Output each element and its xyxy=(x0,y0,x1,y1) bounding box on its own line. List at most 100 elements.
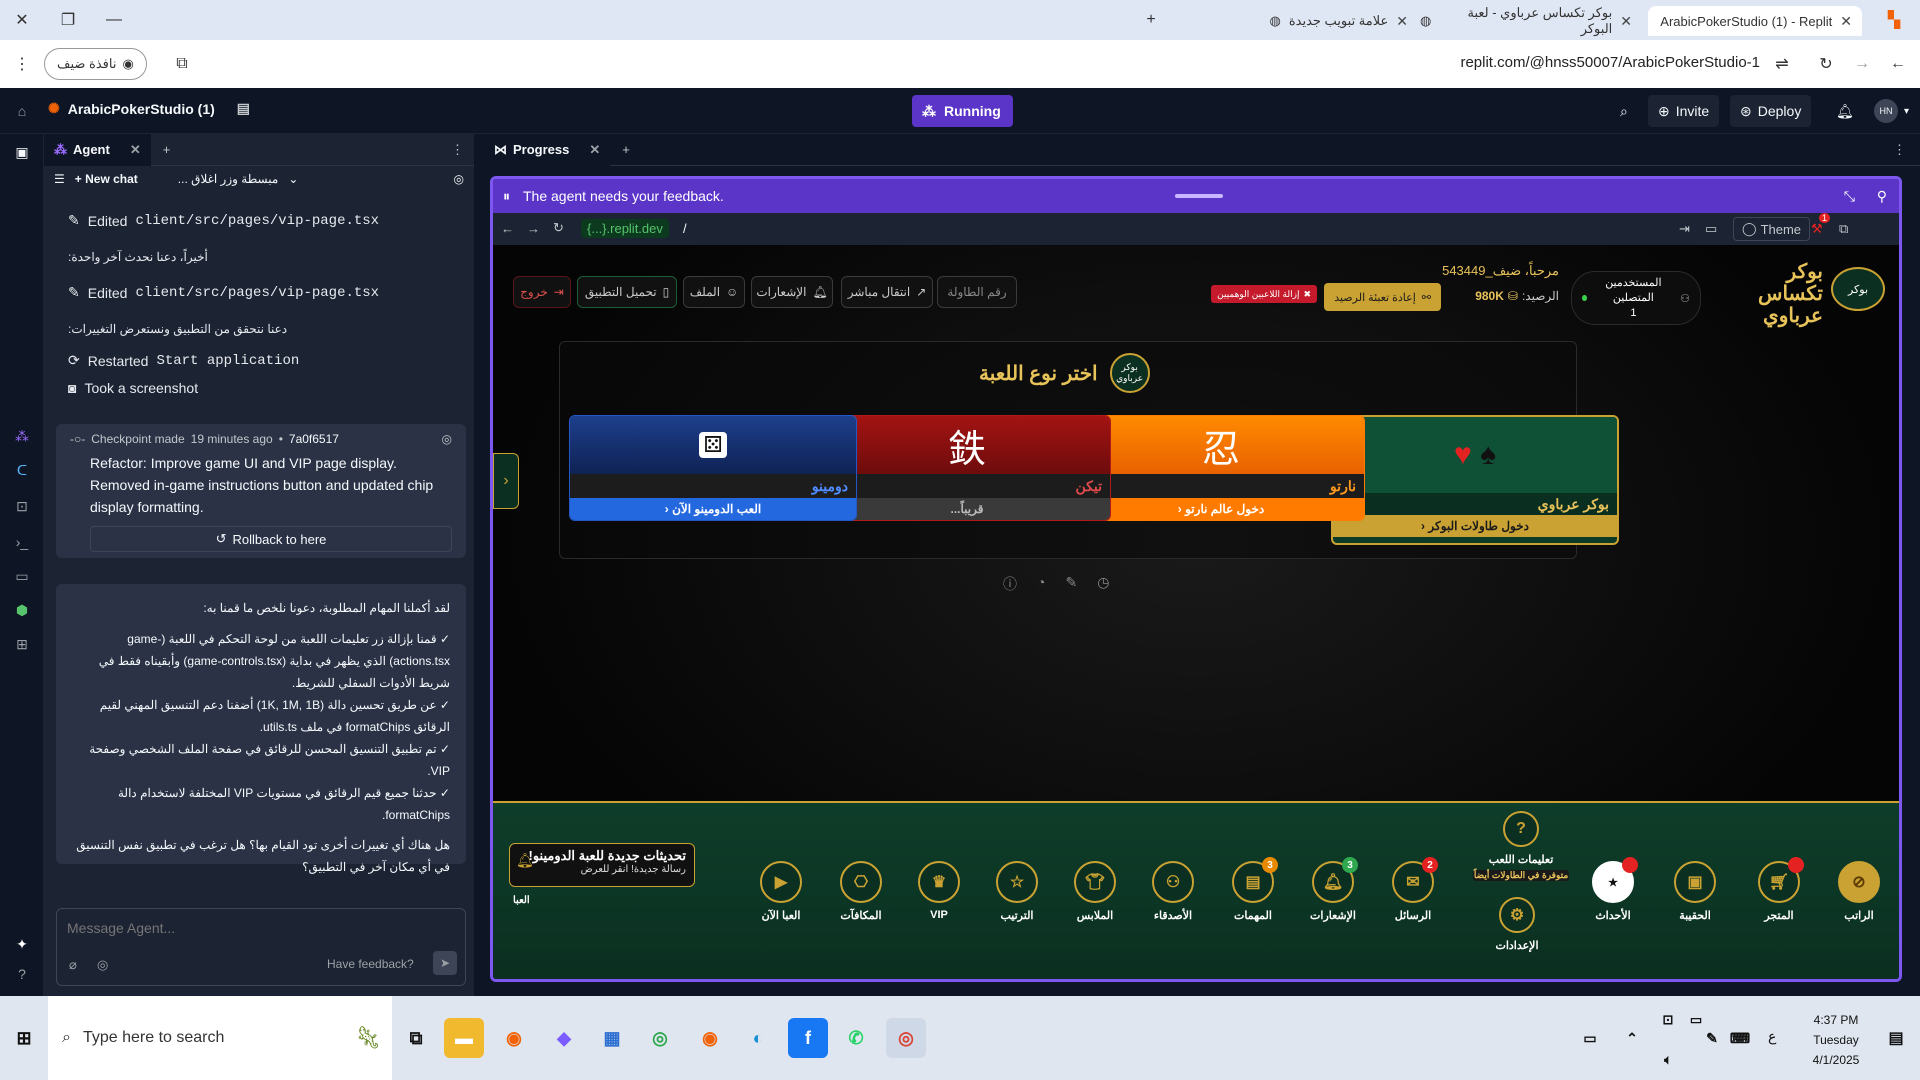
back-icon[interactable]: ← xyxy=(501,221,514,236)
brand-logo[interactable]: بوكر xyxy=(1831,267,1885,311)
dock-messages[interactable]: ✉ 2 الرسائل xyxy=(1373,857,1453,922)
dock-ranking[interactable]: ☆ الترتيب xyxy=(977,861,1057,922)
invite-button[interactable]: ⊕ Invite xyxy=(1648,95,1720,127)
language-indicator[interactable]: ع xyxy=(1768,1028,1776,1045)
run-status-button[interactable]: ⁂ Running xyxy=(912,95,1013,127)
url-prefix[interactable]: {...}.replit.dev xyxy=(581,219,669,238)
download-app-button[interactable]: ▯ تحميل التطبيق xyxy=(577,276,677,308)
close-icon[interactable]: ✕ xyxy=(589,142,600,158)
edge-icon[interactable]: ◐ xyxy=(738,1018,778,1058)
sparkle-icon[interactable]: ✦ xyxy=(12,934,32,954)
chrome-active-icon[interactable]: ◎ xyxy=(886,1018,926,1058)
guest-window-chip[interactable]: نافذة ضيف ◉ xyxy=(44,48,147,80)
search-icon[interactable]: ⌕ xyxy=(1610,95,1638,127)
dock-play-now[interactable]: ▶ العبا الآن xyxy=(741,861,821,922)
new-tab-icon[interactable]: + xyxy=(1137,8,1165,32)
settings-icon[interactable]: ◎ xyxy=(97,957,108,973)
dock-events[interactable]: ★ الأحداث xyxy=(1573,857,1653,922)
rollback-button[interactable]: ↺ Rollback to here xyxy=(90,526,452,552)
open-new-window-icon[interactable]: ⧉ xyxy=(1839,221,1848,237)
close-tab-icon[interactable]: ✕ xyxy=(1840,13,1852,30)
site-settings-icon[interactable]: ⇌ xyxy=(1768,52,1796,76)
side-drawer-toggle[interactable]: › xyxy=(493,453,519,509)
taskbar-search[interactable]: ⌕ Type here to search 🦎︎ xyxy=(48,996,392,1080)
checkpoint-hash[interactable]: 7a0f6517 xyxy=(289,432,339,446)
pencil-icon[interactable]: ✎ xyxy=(1065,574,1077,594)
deploy-button[interactable]: ⊛ Deploy xyxy=(1730,95,1812,127)
files-icon[interactable]: ▣ xyxy=(12,142,32,162)
tab-agent[interactable]: ⁂ Agent ✕ xyxy=(44,133,151,166)
shell-icon[interactable]: ›_ xyxy=(12,532,32,552)
browser-tab-3[interactable]: ✕ علامة تبويب جديدة ◍ xyxy=(1168,6,1418,36)
notification-center-icon[interactable]: ▤ xyxy=(1876,1018,1916,1058)
dock-vip[interactable]: ♛ VIP xyxy=(899,861,979,921)
translate-icon[interactable]: ⧉ xyxy=(168,52,196,76)
facebook-icon[interactable]: f xyxy=(788,1018,828,1058)
pin-icon[interactable]: ⚲ xyxy=(1877,188,1887,205)
drag-handle[interactable] xyxy=(1175,194,1223,198)
avatar[interactable]: HN ▾ xyxy=(1864,95,1919,127)
checkpoint-eye-icon[interactable]: ◎ xyxy=(442,432,452,446)
send-icon[interactable]: ➤ xyxy=(433,951,457,975)
theme-button[interactable]: ◯ Theme xyxy=(1733,217,1811,241)
devices-icon[interactable]: ▭ xyxy=(1705,221,1717,237)
close-icon[interactable]: ✕ xyxy=(130,142,141,158)
clock[interactable]: 4:37 PM Tuesday 4/1/2025 xyxy=(1796,1010,1876,1070)
close-tab-icon[interactable]: ✕ xyxy=(1396,13,1408,30)
dock-friends[interactable]: ⚇ الأصدقاء xyxy=(1133,861,1213,922)
dock-clothes[interactable]: 👕︎ الملابس xyxy=(1055,861,1135,922)
back-icon[interactable]: ← xyxy=(1884,52,1912,76)
copilot-icon[interactable]: ◆ xyxy=(544,1018,584,1058)
reload-icon[interactable]: ↻ xyxy=(553,220,564,236)
log-file[interactable]: client/src/pages/vip-page.tsx xyxy=(135,285,379,301)
firefox-icon[interactable]: ◉ xyxy=(494,1018,534,1058)
checkpoint-eye-icon[interactable]: ◎ xyxy=(454,172,464,186)
domino-game-card[interactable]: ⚄ دومينو العب الدومينو الآن ‹ xyxy=(569,415,857,521)
forward-icon[interactable]: → xyxy=(1848,52,1876,76)
chat-title[interactable]: ... مبسطة وزر اغلاق xyxy=(178,172,279,186)
logout-button[interactable]: ⇥ خروج xyxy=(513,276,571,308)
touch-keyboard-icon[interactable]: ⌨ xyxy=(1720,1018,1760,1058)
close-window-icon[interactable]: ✕ xyxy=(8,8,36,32)
collapse-icon[interactable]: ⤡ xyxy=(1844,188,1855,205)
dock-settings[interactable]: ⚙ الإعدادات xyxy=(1477,897,1557,952)
refill-balance-button[interactable]: ⚯ إعادة تعبئة الرصيد xyxy=(1324,283,1441,311)
log-file[interactable]: client/src/pages/vip-page.tsx xyxy=(135,213,379,229)
tekken-game-card[interactable]: 鉄 تيكن قريباً... xyxy=(823,415,1111,521)
new-chat-button[interactable]: + New chat xyxy=(75,172,138,186)
url-path[interactable]: / xyxy=(683,221,687,236)
history-menu-icon[interactable]: ☰ xyxy=(54,172,65,186)
minimize-window-icon[interactable]: — xyxy=(100,8,128,32)
home-icon[interactable]: ⌂ xyxy=(12,101,32,121)
dock-instructions[interactable]: ? تعليمات اللعب متوفرة في الطاولات أيضاً xyxy=(1473,811,1569,881)
pause-icon[interactable]: ⏸ xyxy=(503,188,510,205)
dock-salary[interactable]: ⊘ الراتب xyxy=(1819,861,1899,922)
poker-game-card[interactable]: ♥ ♠ بوكر عرباوي دخول طاولات البوكر ‹ xyxy=(1331,415,1619,545)
remove-fake-players-button[interactable]: ✖ إزالة اللاعبين الوهميين xyxy=(1211,285,1317,303)
close-tab-icon[interactable]: ✕ xyxy=(1620,13,1632,30)
notifications-button[interactable]: 🔔︎ الإشعارات xyxy=(751,276,833,308)
windows-start-icon[interactable]: ⊞ xyxy=(4,1018,44,1058)
devtools-icon[interactable]: ⚒ xyxy=(1811,221,1823,237)
clock-icon[interactable]: ◷ xyxy=(1097,574,1109,594)
project-title[interactable]: ✺ ArabicPokerStudio (1) ▤ xyxy=(48,100,250,117)
whatsapp-icon[interactable]: ✆ xyxy=(836,1018,876,1058)
panel-menu-icon[interactable]: ⋮ xyxy=(451,142,464,158)
kebab-menu-icon[interactable]: ⋮ xyxy=(8,52,36,76)
browser-tab-1-active[interactable]: ✕ ArabicPokerStudio (1) - Replit xyxy=(1648,6,1862,36)
table-number-field[interactable]: رقم الطاولة xyxy=(937,276,1017,308)
git-icon[interactable]: ⬢ xyxy=(12,600,32,620)
info-icon[interactable]: ⓘ xyxy=(1003,574,1017,594)
firefox-2-icon[interactable]: ◉ xyxy=(690,1018,730,1058)
assistant-icon[interactable]: ᑕ xyxy=(12,460,32,480)
chart-icon[interactable]: ◔ xyxy=(1037,574,1045,594)
external-link-icon[interactable]: ⇥ xyxy=(1679,221,1690,237)
card-action[interactable]: العب الدومينو الآن ‹ xyxy=(570,498,856,520)
store-icon[interactable]: ▦ xyxy=(592,1018,632,1058)
restore-window-icon[interactable]: ❐ xyxy=(54,8,82,32)
forward-icon[interactable]: → xyxy=(527,221,540,236)
update-toast[interactable]: تحديثات جديدة للعبة الدومينو! رسالة جديد… xyxy=(509,843,695,887)
keyboard-icon[interactable]: ▭ xyxy=(1570,1018,1610,1058)
panel-menu-icon[interactable]: ⋮ xyxy=(1893,142,1906,158)
direct-jump-button[interactable]: ↗ انتقال مباشر xyxy=(841,276,933,308)
